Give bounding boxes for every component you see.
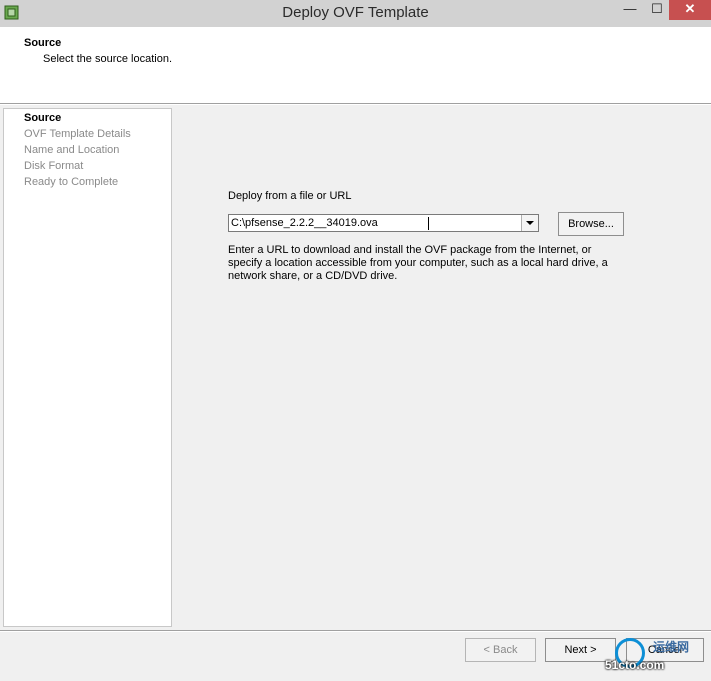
wizard-steps-panel: Source OVF Template Details Name and Loc… xyxy=(3,108,172,627)
source-location-value[interactable]: C:\pfsense_2.2.2__34019.ova xyxy=(231,217,378,229)
watermark-bottom-text: 51cto.com xyxy=(605,658,665,672)
watermark: 运维网 51cto.com xyxy=(605,638,711,681)
step-disk-format: Disk Format xyxy=(24,160,84,172)
step-ovf-template-details: OVF Template Details xyxy=(24,128,131,140)
source-help-text: Enter a URL to download and install the … xyxy=(228,244,608,282)
close-button[interactable]: ✕ xyxy=(669,0,711,20)
header-divider xyxy=(0,104,711,105)
step-name-and-location: Name and Location xyxy=(24,144,120,156)
footer-divider-highlight xyxy=(0,631,711,632)
maximize-button[interactable]: ☐ xyxy=(642,0,672,20)
back-button[interactable]: < Back xyxy=(465,638,536,662)
text-cursor xyxy=(428,217,429,230)
header-title: Source xyxy=(24,37,62,49)
deploy-source-label: Deploy from a file or URL xyxy=(228,190,352,202)
chevron-down-icon[interactable] xyxy=(521,215,538,231)
minimize-button[interactable]: — xyxy=(615,0,645,20)
header-subtitle: Select the source location. xyxy=(43,53,173,65)
step-ready-to-complete: Ready to Complete xyxy=(24,176,119,188)
title-bar: Deploy OVF Template — ☐ ✕ xyxy=(0,0,711,27)
window-title: Deploy OVF Template xyxy=(282,4,429,21)
wizard-header: Source Select the source location. xyxy=(0,27,711,104)
watermark-top-text: 运维网 xyxy=(653,640,690,654)
browse-button[interactable]: Browse... xyxy=(558,212,624,236)
source-location-combobox[interactable]: C:\pfsense_2.2.2__34019.ova xyxy=(228,214,539,232)
source-content: Deploy from a file or URL C:\pfsense_2.2… xyxy=(176,108,706,625)
step-source: Source xyxy=(24,112,62,124)
